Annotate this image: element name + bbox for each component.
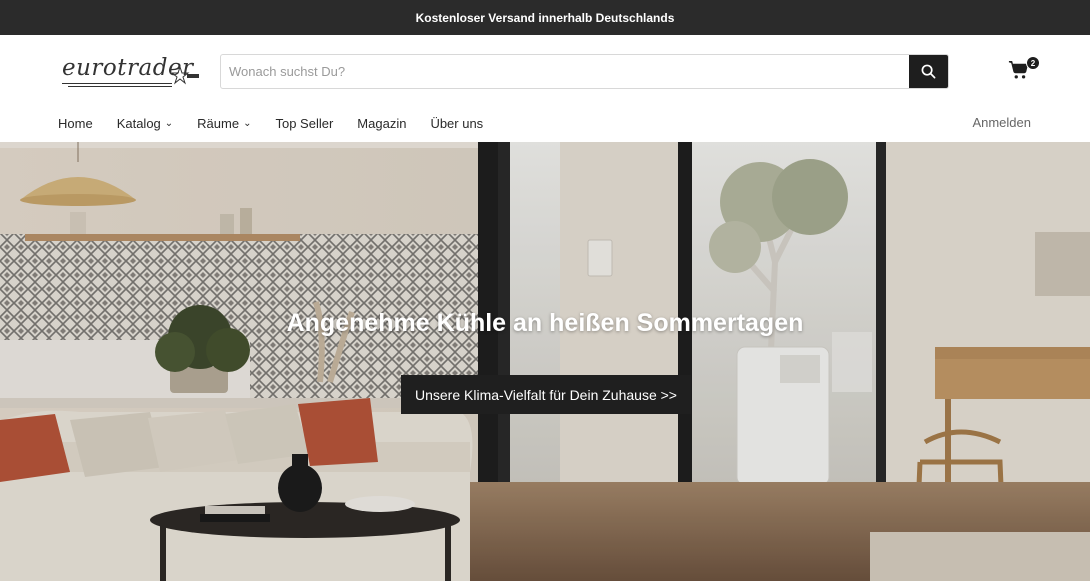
- hero-image: [0, 142, 1090, 581]
- main-nav: Home Katalog ⌄ Räume ⌄ Top Seller Magazin …: [58, 113, 507, 133]
- nav-label: Magazin: [357, 115, 407, 131]
- site-header: eurotrader 2 Home Katalog⌄ Räume⌄ Top Se…: [0, 35, 1090, 142]
- hero-banner: Angenehme Kühle an heißen Sommertagen Un…: [0, 142, 1090, 581]
- logo[interactable]: eurotrader: [60, 53, 200, 91]
- cart-button[interactable]: 2: [1008, 56, 1040, 85]
- logo-underline: [62, 83, 172, 84]
- nav-label: Katalog: [116, 115, 161, 131]
- announcement-bar: Kostenloser Versand innerhalb Deutschlan…: [0, 0, 1090, 35]
- hero-title: Angenehme Kühle an heißen Sommertagen: [286, 309, 804, 337]
- search-input[interactable]: [221, 55, 911, 88]
- announcement-text: Kostenloser Versand innerhalb Deutschlan…: [415, 10, 675, 25]
- nav-item-home[interactable]: Home: [58, 116, 93, 131]
- nav-item-raeume[interactable]: Räume ⌄: [197, 116, 251, 131]
- chevron-down-icon: ⌄: [243, 117, 252, 129]
- search-button[interactable]: [909, 55, 948, 88]
- nav-label: Top Seller: [275, 115, 334, 131]
- cart-count-badge: 2: [1026, 56, 1040, 70]
- login-link[interactable]: Anmelden: [972, 115, 1031, 130]
- hero-cta-button[interactable]: Unsere Klima-Vielfalt für Dein Zuhause >…: [401, 375, 691, 414]
- search-bar: [220, 54, 949, 89]
- logo-underline-2: [68, 86, 172, 87]
- nav-label: Räume: [197, 115, 240, 131]
- nav-item-magazin[interactable]: Magazin: [357, 116, 406, 131]
- chevron-down-icon: ⌄: [164, 117, 174, 129]
- search-icon: [921, 64, 936, 79]
- nav-label: Über uns: [430, 115, 484, 131]
- nav-label: Home: [58, 115, 93, 131]
- nav-item-katalog[interactable]: Katalog ⌄: [117, 116, 173, 131]
- nav-item-top-seller[interactable]: Top Seller: [275, 116, 333, 131]
- logo-star-icon: [172, 65, 199, 85]
- nav-item-ueber-uns[interactable]: Über uns: [430, 116, 483, 131]
